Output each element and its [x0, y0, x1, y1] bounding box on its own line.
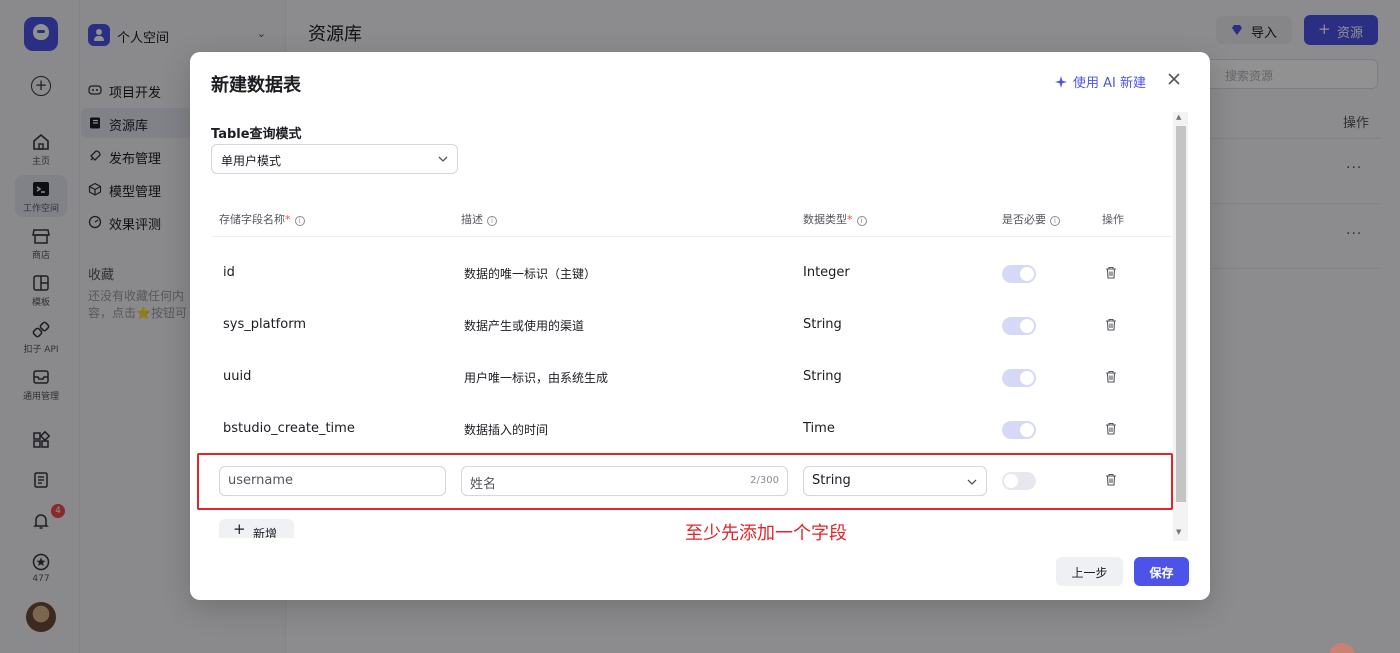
plus-icon: +	[233, 520, 246, 538]
query-mode-label: Table查询模式	[211, 127, 302, 142]
previous-step-button[interactable]: 上一步	[1056, 557, 1123, 586]
chevron-down-icon	[438, 156, 448, 162]
annotation-hint: 至少先添加一个字段	[685, 523, 847, 544]
field-description-input[interactable]: 姓名 2/300	[461, 466, 788, 496]
ai-create-button[interactable]: 使用 AI 新建	[1054, 72, 1146, 92]
field-type: Time	[803, 421, 835, 436]
trash-icon[interactable]	[1105, 370, 1117, 383]
info-icon[interactable]: i	[294, 216, 305, 226]
header-ops: 操作	[1102, 213, 1124, 226]
header-field-name: 存储字段名称* i	[219, 211, 305, 227]
trash-icon[interactable]	[1105, 266, 1117, 279]
required-toggle	[1002, 421, 1036, 439]
save-button[interactable]: 保存	[1134, 557, 1189, 586]
info-icon[interactable]: i	[856, 216, 867, 226]
scrollbar-thumb[interactable]	[1176, 126, 1186, 502]
previous-step-label: 上一步	[1071, 566, 1108, 580]
table-row: id 数据的唯一标识（主键） Integer	[211, 265, 1175, 317]
data-type-value: String	[812, 473, 851, 488]
scroll-up-arrow-icon[interactable]: ▲	[1176, 113, 1181, 121]
field-name-input[interactable]: username	[219, 466, 446, 496]
info-icon[interactable]: i	[487, 216, 497, 226]
header-required: 是否必要 i	[1002, 211, 1060, 227]
scroll-down-arrow-icon[interactable]: ▼	[1176, 528, 1181, 536]
query-mode-select[interactable]: 单用户模式	[211, 144, 458, 174]
field-description: 数据产生或使用的渠道	[464, 319, 585, 333]
required-toggle	[1002, 317, 1036, 335]
required-toggle	[1002, 265, 1036, 283]
save-label: 保存	[1149, 566, 1174, 580]
trash-icon[interactable]	[1105, 473, 1117, 486]
divider	[211, 236, 1175, 237]
description-value: 姓名	[470, 477, 497, 492]
field-type: Integer	[803, 265, 850, 280]
field-name: uuid	[223, 369, 252, 384]
table-row: uuid 用户唯一标识，由系统生成 String	[211, 369, 1175, 421]
field-name: bstudio_create_time	[223, 421, 355, 436]
info-icon[interactable]: i	[1050, 216, 1060, 226]
field-description: 用户唯一标识，由系统生成	[464, 371, 609, 385]
header-description: 描述 i	[461, 211, 497, 227]
field-description: 数据插入的时间	[464, 423, 549, 437]
trash-icon[interactable]	[1105, 422, 1117, 435]
query-mode-value: 单用户模式	[221, 154, 282, 168]
close-icon[interactable]	[1166, 71, 1182, 87]
field-description: 数据的唯一标识（主键）	[464, 267, 597, 281]
trash-icon[interactable]	[1105, 318, 1117, 331]
required-toggle	[1002, 369, 1036, 387]
field-name: id	[223, 265, 235, 280]
sparkle-icon	[1055, 76, 1067, 88]
field-type: String	[803, 317, 842, 332]
chevron-down-icon	[967, 479, 977, 485]
dialog-title: 新建数据表	[211, 75, 301, 96]
field-name: sys_platform	[223, 317, 306, 332]
required-toggle[interactable]	[1002, 472, 1036, 490]
header-data-type: 数据类型* i	[803, 211, 867, 227]
create-table-dialog: 新建数据表 使用 AI 新建 Table查询模式 单用户模式 存储字段名称* i …	[190, 52, 1210, 600]
table-row: sys_platform 数据产生或使用的渠道 String	[211, 317, 1175, 369]
field-type: String	[803, 369, 842, 384]
data-type-select[interactable]: String	[803, 466, 987, 496]
char-counter: 2/300	[750, 475, 779, 486]
ai-create-label: 使用 AI 新建	[1073, 76, 1146, 91]
